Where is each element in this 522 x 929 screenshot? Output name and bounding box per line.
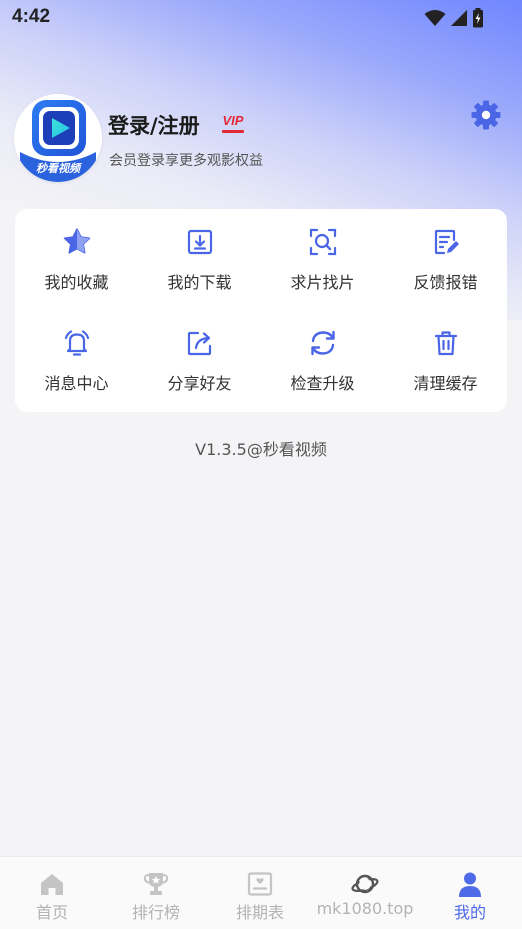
avatar[interactable]: 秒看视频 xyxy=(14,94,102,182)
bottom-nav: 首页 排行榜 排期表 mk1080.top 我的 xyxy=(0,856,522,929)
nav-item-website[interactable]: mk1080.top xyxy=(313,857,417,929)
version-text: V1.3.5@秒看视频 xyxy=(195,440,327,459)
trophy-icon xyxy=(143,873,169,895)
avatar-caption: 秒看视频 xyxy=(36,163,80,175)
grid-item-downloads[interactable]: 我的下载 xyxy=(138,209,261,305)
trash-icon xyxy=(434,331,458,356)
nav-item-ranking[interactable]: 排行榜 xyxy=(104,857,208,929)
grid-label: 反馈报错 xyxy=(413,273,478,292)
feedback-edit-icon xyxy=(434,229,459,255)
grid-label: 我的下载 xyxy=(167,273,232,292)
wifi-icon xyxy=(424,10,446,26)
nav-label: 我的 xyxy=(453,903,486,922)
grid-label: 分享好友 xyxy=(167,374,232,393)
person-icon xyxy=(459,872,481,897)
cellular-signal-icon xyxy=(451,10,467,26)
grid-label: 我的收藏 xyxy=(44,273,109,292)
nav-item-schedule[interactable]: 排期表 xyxy=(208,857,312,929)
grid-item-request-film[interactable]: 求片找片 xyxy=(261,209,384,305)
settings-button[interactable] xyxy=(468,97,504,133)
login-subtitle: 会员登录享更多观影权益 xyxy=(109,153,263,169)
vip-badge-text: VIP xyxy=(222,113,244,128)
login-register-link[interactable]: 登录/注册 xyxy=(108,110,200,140)
grid-item-check-update[interactable]: 检查升级 xyxy=(261,310,384,406)
grid-label: 消息中心 xyxy=(44,374,109,393)
grid-label: 求片找片 xyxy=(290,273,355,292)
bell-icon xyxy=(64,330,90,356)
grid-item-feedback[interactable]: 反馈报错 xyxy=(384,209,507,305)
status-icons xyxy=(424,8,484,28)
gear-icon xyxy=(471,100,501,130)
feature-grid-card: 我的收藏 我的下载 求片找片 反馈报错 消息中心 分享好友 检查升级 清理缓存 xyxy=(15,209,507,412)
vip-underline xyxy=(222,130,244,133)
grid-label: 检查升级 xyxy=(290,374,355,393)
status-time: 4:42 xyxy=(12,6,51,27)
nav-item-mine[interactable]: 我的 xyxy=(418,857,522,929)
search-film-icon xyxy=(309,228,337,256)
refresh-icon xyxy=(311,330,335,356)
schedule-icon xyxy=(247,872,273,896)
profile-screen: 4:42 秒看视频 登录/注册 VIP 会员登录享更多观影权益 我的收藏 我的下… xyxy=(0,0,522,929)
star-icon xyxy=(63,228,91,254)
download-icon xyxy=(187,229,213,255)
home-icon xyxy=(41,874,63,895)
vip-badge: VIP xyxy=(220,112,246,134)
grid-item-clear-cache[interactable]: 清理缓存 xyxy=(384,310,507,406)
battery-icon xyxy=(473,8,483,28)
grid-item-share[interactable]: 分享好友 xyxy=(138,310,261,406)
grid-item-favorites[interactable]: 我的收藏 xyxy=(15,209,138,305)
grid-label: 清理缓存 xyxy=(413,374,478,393)
share-icon xyxy=(187,331,212,356)
grid-item-messages[interactable]: 消息中心 xyxy=(15,310,138,406)
status-bar: 4:42 xyxy=(0,0,522,36)
nav-item-home[interactable]: 首页 xyxy=(0,857,104,929)
planet-icon xyxy=(351,874,379,894)
